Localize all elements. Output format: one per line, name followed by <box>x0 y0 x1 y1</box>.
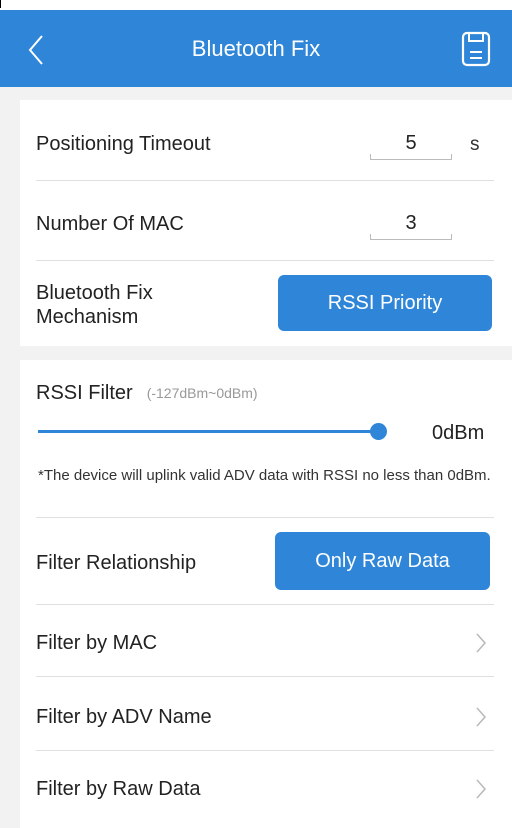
filter-by-adv-name-row[interactable]: Filter by ADV Name <box>36 694 496 740</box>
chevron-right-icon <box>476 707 487 727</box>
divider <box>36 750 494 751</box>
app-header: Bluetooth Fix <box>0 10 512 87</box>
filter-by-adv-name-label: Filter by ADV Name <box>36 705 212 728</box>
timeout-input[interactable]: 5 <box>370 128 452 160</box>
rssi-slider-track[interactable] <box>38 430 380 433</box>
relationship-select-button[interactable]: Only Raw Data <box>275 532 490 590</box>
divider <box>36 260 494 261</box>
chevron-right-icon <box>476 779 487 799</box>
rssi-note: *The device will uplink valid ADV data w… <box>38 467 491 484</box>
filter-by-raw-data-label: Filter by Raw Data <box>36 777 201 800</box>
positioning-card: Positioning Timeout 5 s Number Of MAC 3 … <box>20 100 512 346</box>
rssi-header: RSSI Filter (-127dBm~0dBm) <box>36 378 496 408</box>
rssi-slider-thumb[interactable] <box>370 423 387 440</box>
divider <box>36 517 494 518</box>
save-button[interactable] <box>460 30 492 68</box>
mechanism-label-line2: Mechanism <box>36 306 139 328</box>
save-icon <box>461 31 491 67</box>
relationship-label: Filter Relationship <box>36 551 197 574</box>
divider <box>36 180 494 181</box>
chevron-right-icon <box>476 633 487 653</box>
back-button[interactable] <box>22 32 52 68</box>
rssi-value: 0dBm <box>432 422 485 444</box>
rssi-range: (-127dBm~0dBm) <box>146 385 258 401</box>
chevron-left-icon <box>28 35 43 65</box>
filter-by-raw-data-row[interactable]: Filter by Raw Data <box>36 766 496 812</box>
mechanism-select-button[interactable]: RSSI Priority <box>278 275 492 331</box>
mechanism-label-line1: Bluetooth Fix <box>36 282 153 304</box>
edge-mark <box>0 0 1 8</box>
divider <box>36 676 494 677</box>
page-title: Bluetooth Fix <box>191 35 321 61</box>
mac-count-input[interactable]: 3 <box>370 208 452 240</box>
mac-label: Number Of MAC <box>36 212 184 235</box>
timeout-unit: s <box>470 134 480 155</box>
timeout-label: Positioning Timeout <box>36 132 211 155</box>
filter-by-mac-row[interactable]: Filter by MAC <box>36 620 496 666</box>
filter-card: RSSI Filter (-127dBm~0dBm) 0dBm *The dev… <box>20 360 512 828</box>
filter-by-mac-label: Filter by MAC <box>36 631 158 654</box>
divider <box>36 604 494 605</box>
status-strip <box>0 0 512 10</box>
rssi-label: RSSI Filter <box>36 381 133 404</box>
